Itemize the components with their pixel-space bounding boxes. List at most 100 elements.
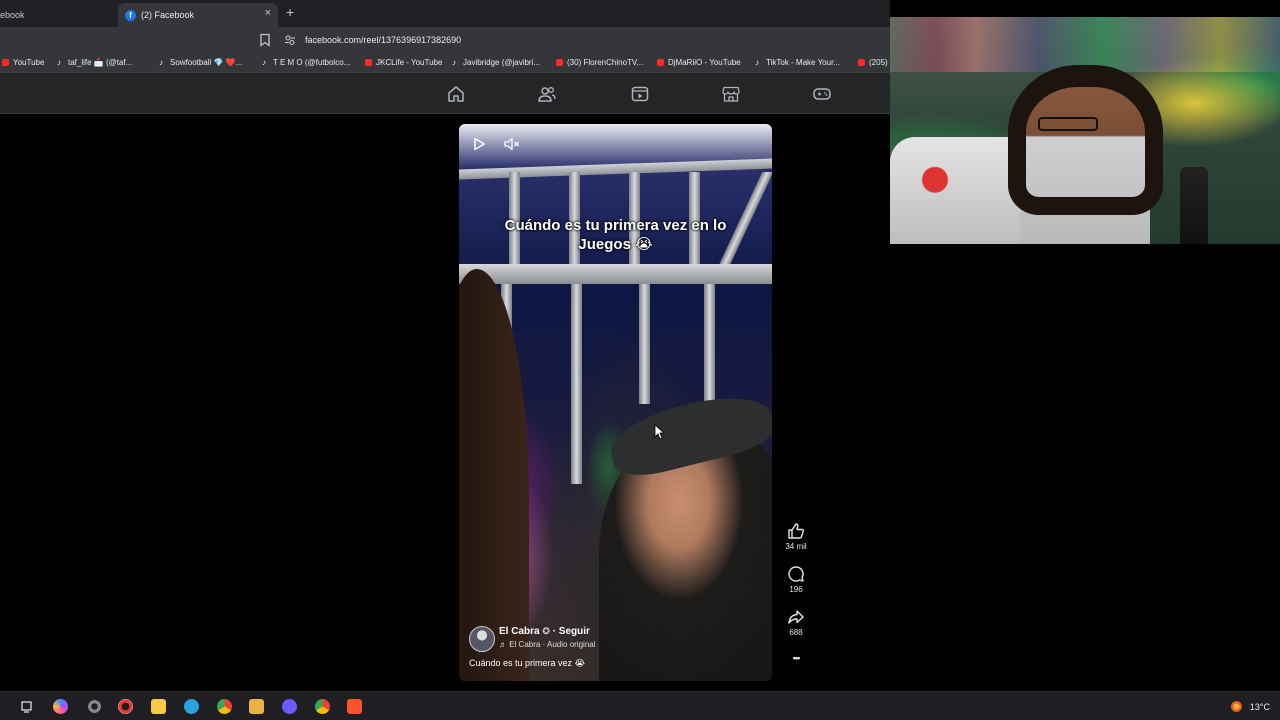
brave-browser-icon[interactable] — [347, 699, 362, 714]
video-scene-bar — [571, 284, 582, 484]
comment-icon — [788, 566, 804, 582]
facebook-top-nav — [0, 73, 890, 114]
video-caption-overlay: Cuándo es tu primera vez en lo Juegos 😭 — [459, 216, 772, 254]
chrome-profile-icon[interactable] — [315, 699, 330, 714]
mouse-cursor-icon — [654, 424, 666, 440]
webcam-person-glasses — [1038, 117, 1098, 131]
youtube-icon — [365, 59, 372, 66]
discord-icon[interactable] — [282, 699, 297, 714]
taskbar: 13°C — [0, 691, 1280, 720]
audio-label[interactable]: ♬ El Cabra · Audio original — [499, 640, 596, 649]
author-avatar[interactable] — [469, 626, 495, 652]
tiktok-icon: ♪ — [755, 57, 759, 67]
home-icon[interactable] — [447, 86, 465, 102]
more-options-button[interactable]: ••• — [780, 653, 812, 663]
video-caption-line: Juegos 😭 — [578, 236, 653, 253]
telegram-icon[interactable] — [184, 699, 199, 714]
marketplace-icon[interactable] — [722, 86, 740, 102]
bookmark-item[interactable]: (205) — [858, 58, 888, 67]
temperature-label: 13°C — [1249, 701, 1270, 712]
bookmarks-bar: YouTube ♪ taf_life 📩 (@taf... ♪ Sowfootbal… — [0, 53, 890, 73]
bookmark-item[interactable]: (30) FlorenChinoTV... — [556, 58, 643, 67]
tiktok-icon: ♪ — [262, 57, 266, 67]
reel-description: Cuándo es tu primera vez 😭 — [469, 658, 586, 668]
copilot-icon[interactable] — [53, 699, 68, 714]
bookmark-label: (205) — [869, 58, 888, 67]
url-field[interactable]: facebook.com/reel/1376396917382690 — [305, 35, 461, 45]
site-info-icon[interactable] — [284, 34, 296, 46]
video-person-left — [459, 269, 529, 681]
comment-count: 196 — [789, 585, 803, 594]
video-scene-bar — [639, 284, 650, 404]
video-scene-rail — [459, 264, 772, 284]
tab-facebook-title: (2) Facebook — [141, 10, 195, 20]
tab-previous-title: ebook — [0, 10, 25, 20]
friends-icon[interactable] — [538, 86, 556, 102]
tiktok-icon: ♪ — [57, 57, 61, 67]
bookmark-item[interactable]: JKCLife - YouTube — [365, 58, 442, 67]
bookmark-item[interactable]: YouTube — [2, 58, 44, 67]
settings-gear-icon[interactable] — [87, 699, 102, 714]
bookmark-label: taf_life 📩 (@taf... — [68, 58, 133, 67]
author-name[interactable]: El Cabra — [499, 626, 540, 637]
comment-button[interactable]: 196 — [780, 565, 812, 594]
bookmark-item[interactable]: DjMaRiiO - YouTube — [657, 58, 741, 67]
bookmark-label: TikTok - Make Your... — [766, 58, 840, 67]
facebook-favicon-icon: f — [125, 9, 136, 21]
tab-facebook[interactable]: f (2) Facebook × — [118, 3, 278, 27]
like-button[interactable]: 34 mil — [780, 522, 812, 551]
weather-sun-icon — [1230, 701, 1242, 712]
bookmark-label: DjMaRiiO - YouTube — [668, 58, 741, 67]
webcam-background-posters — [890, 17, 1280, 72]
bookmark-label: (30) FlorenChinoTV... — [567, 58, 644, 67]
bookmark-item[interactable]: ♪ T E M O (@futbolco... — [262, 58, 350, 67]
reel-video[interactable]: Cuándo es tu primera vez en lo Juegos 😭 … — [459, 124, 772, 681]
webcam-overlay — [890, 17, 1280, 244]
bookmark-icon[interactable] — [258, 33, 272, 47]
bookmark-item[interactable]: ♪ TikTok - Make Your... — [755, 58, 840, 67]
share-count: 688 — [789, 628, 803, 637]
gaming-icon[interactable] — [813, 86, 831, 102]
close-tab-icon[interactable]: × — [265, 7, 271, 19]
more-options-icon: ••• — [792, 653, 801, 663]
bookmark-item[interactable]: ♪ Javibridge (@javibri... — [452, 58, 540, 67]
tiktok-icon: ♪ — [159, 57, 163, 67]
like-count: 34 mil — [785, 542, 807, 551]
video-scene-rail — [459, 158, 772, 180]
bookmark-item[interactable]: ♪ Sowfootball 💎 ❤️... — [159, 58, 242, 67]
video-scene-bar — [704, 284, 715, 404]
bookmark-label: T E M O (@futbolco... — [273, 58, 351, 67]
webcam-person-hair — [1008, 65, 1163, 215]
like-icon — [788, 523, 805, 539]
tiktok-icon: ♪ — [452, 57, 456, 67]
play-icon[interactable] — [471, 136, 487, 152]
youtube-icon — [556, 59, 563, 66]
youtube-icon — [858, 59, 865, 66]
bookmark-label: JKCLife - YouTube — [376, 58, 443, 67]
follow-button[interactable]: · Seguir — [553, 626, 590, 637]
webcam-microphone — [1180, 167, 1208, 244]
bookmark-label: Javibridge (@javibri... — [463, 58, 541, 67]
bookmark-label: YouTube — [13, 58, 45, 67]
mute-icon[interactable] — [503, 136, 521, 152]
browser-tab-strip: ebook f (2) Facebook × + — [0, 0, 890, 27]
chrome-icon[interactable] — [217, 699, 232, 714]
weather-widget[interactable]: 13°C — [1230, 701, 1270, 712]
video-caption-line: Cuándo es tu primera vez en lo — [504, 217, 727, 234]
recording-app-icon[interactable] — [118, 699, 133, 714]
share-icon — [788, 610, 804, 624]
file-explorer-icon[interactable] — [249, 699, 264, 714]
bookmark-label: Sowfootball 💎 ❤️... — [170, 58, 243, 67]
youtube-icon — [2, 59, 9, 66]
share-button[interactable]: 688 — [780, 608, 812, 637]
new-tab-button[interactable]: + — [286, 4, 294, 20]
youtube-icon — [657, 59, 664, 66]
author-line: El Cabra ✪ · Seguir — [499, 626, 590, 637]
task-view-icon[interactable] — [19, 699, 34, 714]
sticky-notes-icon[interactable] — [151, 699, 166, 714]
video-icon[interactable] — [631, 86, 649, 102]
tab-previous[interactable]: ebook — [0, 3, 115, 27]
address-bar: facebook.com/reel/1376396917382690 — [0, 27, 890, 53]
bookmark-item[interactable]: ♪ taf_life 📩 (@taf... — [57, 58, 132, 67]
verified-icon: ✪ — [542, 626, 550, 636]
